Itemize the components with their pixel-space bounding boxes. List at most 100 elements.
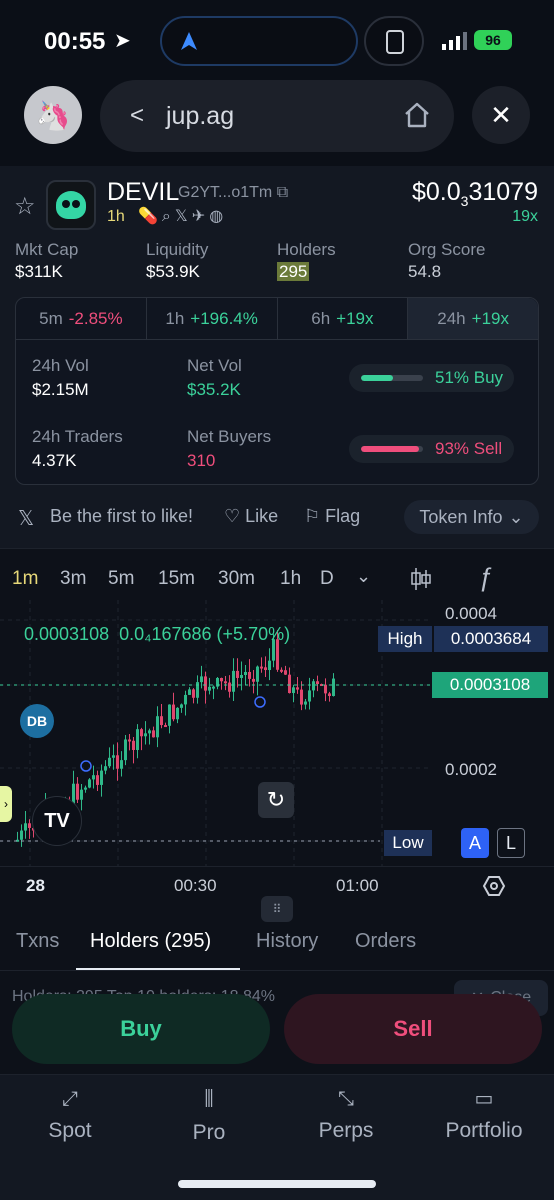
buy-button[interactable]: Buy	[12, 994, 270, 1064]
expand-panel-handle[interactable]: ›	[0, 786, 12, 822]
x-logo-icon: 𝕏	[18, 508, 35, 530]
candle-body	[148, 730, 151, 734]
globe-icon[interactable]: ◍	[209, 208, 227, 225]
candle-body	[100, 770, 103, 785]
tab-1h[interactable]: 1h +196.4%	[147, 298, 278, 339]
home-indicator	[178, 1180, 376, 1188]
indicators-icon[interactable]: ƒ	[478, 562, 492, 593]
tradingview-logo[interactable]: TV	[32, 796, 82, 846]
candle-body	[80, 789, 83, 800]
interval-15m[interactable]: 15m	[158, 568, 195, 590]
token-price: $0.0331079	[412, 178, 538, 209]
candle-body	[208, 686, 211, 691]
token-name: DEVIL	[107, 178, 180, 206]
candle-body	[296, 687, 299, 690]
battery-indicator: 96	[474, 30, 512, 50]
flag-button[interactable]: ⚐ Flag	[304, 506, 360, 527]
status-bar: 00:55 ➤ 96	[0, 0, 554, 80]
nav-pro[interactable]: ⫼ Pro	[149, 1085, 269, 1145]
sell-button[interactable]: Sell	[284, 994, 542, 1064]
stat-value-orgscore: 54.8	[408, 262, 442, 281]
stat-value-liquidity: $53.9K	[146, 262, 200, 281]
chart-legend: 0.0003108 0.0₄167686 (+5.70%)	[24, 624, 291, 644]
stat-label-orgscore: Org Score	[408, 240, 486, 259]
buy-bar	[361, 375, 393, 381]
high-label: High	[378, 626, 432, 652]
candle-body	[220, 677, 223, 682]
be-first-text: Be the first to like!	[50, 506, 194, 526]
interval-3m[interactable]: 3m	[60, 568, 86, 590]
traders-label: 24h Traders	[32, 427, 123, 446]
perps-icon: ⤡	[338, 1088, 354, 1110]
nav-spot[interactable]: ⤢ Spot	[10, 1085, 130, 1143]
nav-perps[interactable]: ⤡ Perps	[286, 1085, 406, 1143]
candle-body	[304, 701, 307, 705]
candle-body	[292, 687, 295, 694]
candle-body	[120, 760, 123, 769]
close-button[interactable]: ✕	[472, 86, 530, 144]
copy-icon[interactable]: ⧉	[277, 184, 288, 201]
resize-handle[interactable]: ⠿	[261, 896, 293, 922]
heart-icon: ♡	[224, 506, 241, 526]
nav-portfolio[interactable]: ▭ Portfolio	[424, 1085, 544, 1143]
candle-body	[128, 739, 131, 742]
candle-body	[176, 707, 179, 720]
search-icon[interactable]: ⌕	[162, 208, 175, 225]
tab-txns[interactable]: Txns	[16, 930, 59, 953]
x-tick-2: 01:00	[336, 876, 379, 895]
tab-history[interactable]: History	[256, 930, 318, 953]
candle-body	[280, 669, 283, 672]
interval-d[interactable]: D	[320, 568, 334, 590]
settings-icon[interactable]	[482, 874, 506, 898]
candle-body	[160, 716, 163, 726]
url-bar[interactable]: < jup.ag	[100, 80, 454, 152]
vol-value: $2.15M	[32, 380, 89, 399]
address-text: G2YT...o1Tm	[178, 184, 273, 201]
last-price-value: 0.0003108	[432, 672, 548, 698]
candles-icon[interactable]	[410, 566, 432, 592]
netbuyers-label: Net Buyers	[187, 427, 272, 446]
log-scale-button[interactable]: L	[497, 828, 525, 858]
avatar[interactable]: 🦄	[24, 86, 82, 144]
interval-30m[interactable]: 30m	[218, 568, 255, 590]
signal-icon	[442, 32, 467, 50]
candle-body	[188, 689, 191, 695]
token-address[interactable]: G2YT...o1Tm ⧉	[178, 184, 288, 202]
clock: 00:55	[44, 28, 106, 55]
interval-dropdown-icon[interactable]: ⌄	[356, 566, 371, 587]
stat-value-holders: 295	[277, 262, 310, 282]
interval-1m[interactable]: 1m	[12, 568, 38, 590]
home-icon[interactable]	[402, 100, 432, 130]
reset-chart-button[interactable]: ↻	[258, 782, 294, 818]
candle-body	[156, 716, 159, 738]
stat-label-mktcap: Mkt Cap	[15, 240, 79, 259]
y-tick-mid: 0.0002	[445, 760, 497, 779]
candle-body	[204, 676, 207, 691]
tab-24h[interactable]: 24h +19x	[408, 298, 538, 339]
traders-value: 4.37K	[32, 451, 77, 470]
tab-5m[interactable]: 5m -2.85%	[16, 298, 147, 339]
candle-body	[200, 676, 203, 683]
interval-5m[interactable]: 5m	[108, 568, 134, 590]
candle-body	[88, 779, 91, 788]
x-icon[interactable]: 𝕏	[175, 208, 192, 225]
candle-body	[168, 704, 171, 726]
netvol-label: Net Vol	[187, 356, 242, 375]
like-button[interactable]: ♡ Like	[224, 506, 278, 527]
dev-buy-marker[interactable]: DB	[20, 704, 54, 738]
candle-body	[96, 775, 99, 785]
candle-body	[28, 823, 31, 828]
sell-bar	[361, 446, 419, 452]
auto-scale-button[interactable]: A	[461, 828, 489, 858]
favorite-star-icon[interactable]: ☆	[14, 192, 36, 221]
tab-holders[interactable]: Holders (295)	[90, 930, 211, 953]
token-info-button[interactable]: Token Info ⌄	[404, 500, 539, 534]
candle-body	[332, 678, 335, 697]
telegram-icon[interactable]: ✈	[192, 208, 209, 225]
interval-1h[interactable]: 1h	[280, 568, 301, 590]
tab-orders[interactable]: Orders	[355, 930, 416, 953]
tab-6h[interactable]: 6h +19x	[278, 298, 409, 339]
back-icon[interactable]: <	[130, 102, 144, 130]
price-change: 19x	[512, 208, 538, 225]
candle-body	[228, 682, 231, 692]
